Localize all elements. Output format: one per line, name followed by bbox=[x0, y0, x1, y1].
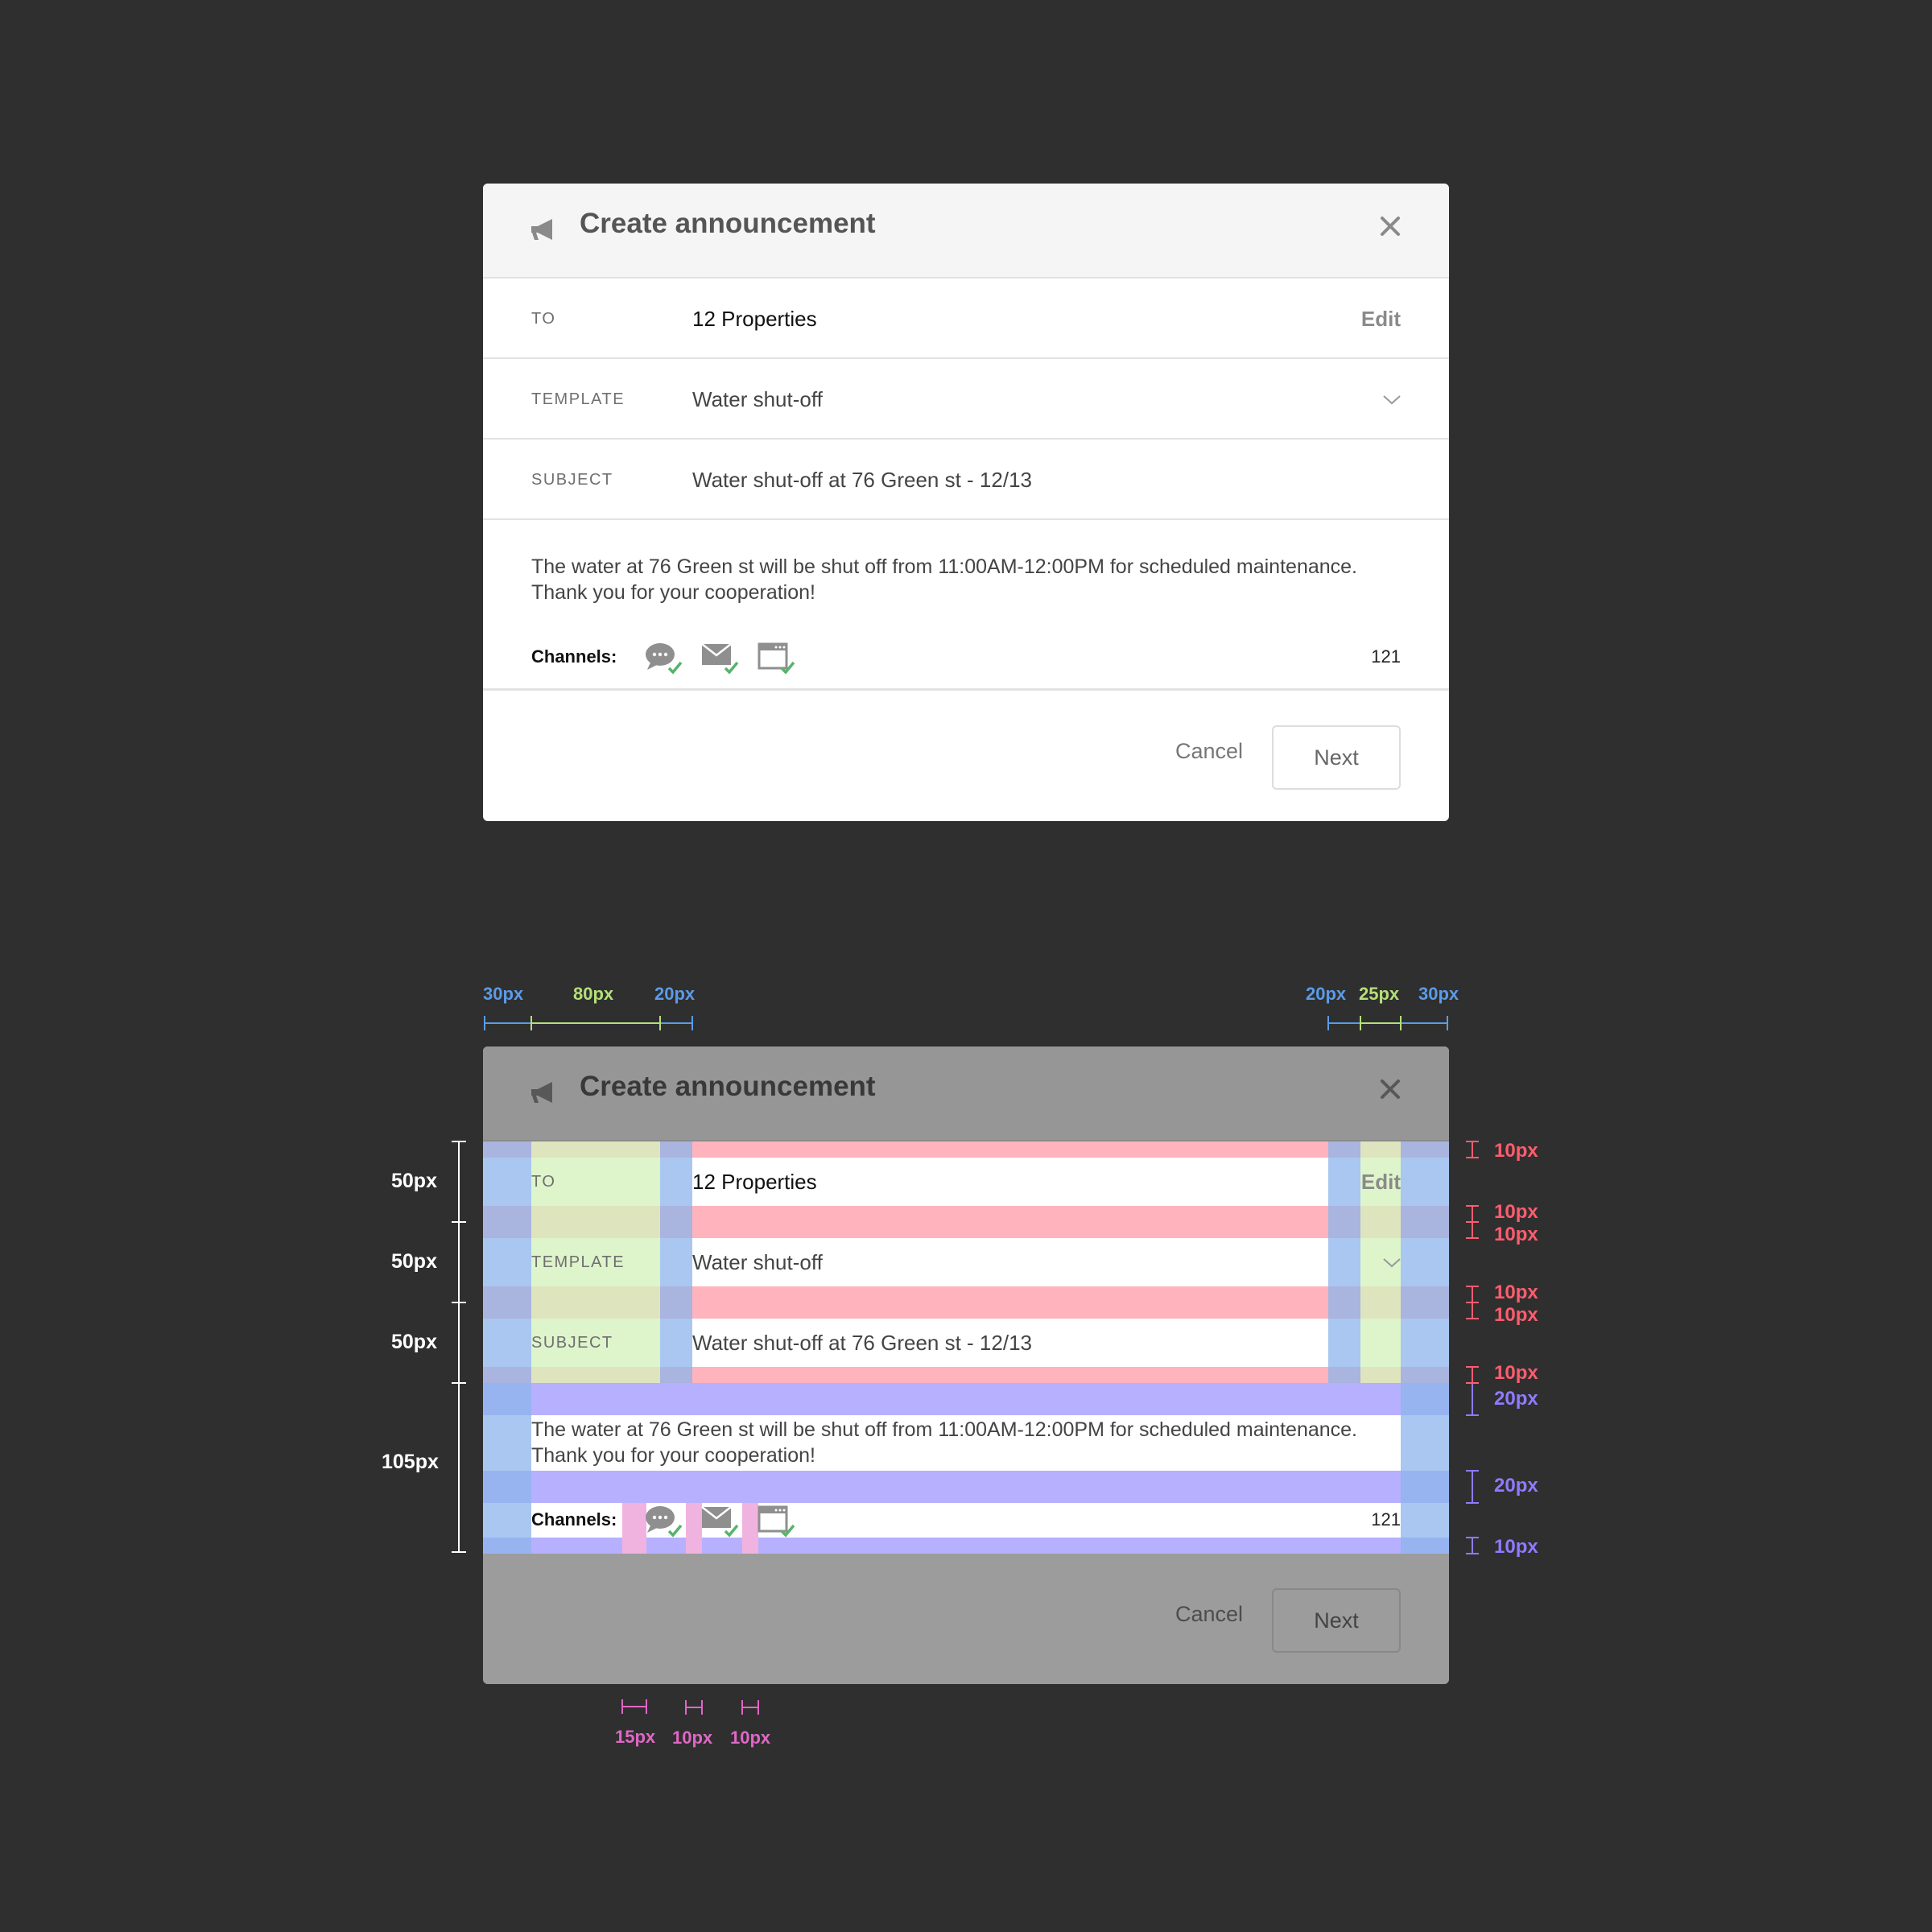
close-icon[interactable] bbox=[1378, 214, 1402, 238]
subject-input: Water shut-off at 76 Green st - 12/13 bbox=[692, 1331, 1032, 1355]
chevron-down-icon[interactable] bbox=[1382, 394, 1402, 406]
subject-label: SUBJECT bbox=[531, 471, 613, 489]
padding-band bbox=[660, 1141, 692, 1383]
message-body: The water at 76 Green st will be shut of… bbox=[531, 1417, 1409, 1468]
channels-label: Channels: bbox=[531, 1509, 617, 1530]
annotation-label: 20px bbox=[654, 984, 696, 1004]
annotation-label: 80px bbox=[573, 984, 614, 1004]
edit-recipients-link: Edit bbox=[1360, 1170, 1401, 1194]
annotation-label: 10px bbox=[1494, 1224, 1538, 1245]
annotation-label: 15px bbox=[615, 1727, 656, 1747]
annotation-label: 50px bbox=[391, 1250, 437, 1273]
message-line: The water at 76 Green st will be shut of… bbox=[531, 1418, 1358, 1441]
megaphone-icon bbox=[531, 219, 552, 240]
cancel-button[interactable]: Cancel bbox=[1175, 739, 1243, 764]
template-label: TEMPLATE bbox=[531, 1253, 625, 1271]
modal-title: Create announcement bbox=[580, 1071, 876, 1102]
template-select: Water shut-off bbox=[692, 1250, 823, 1274]
cancel-button: Cancel bbox=[1175, 1602, 1244, 1626]
annotation-label: 50px bbox=[391, 1170, 437, 1192]
message-body[interactable]: The water at 76 Green st will be shut of… bbox=[531, 554, 1409, 605]
annotation-label: 30px bbox=[1418, 984, 1459, 1004]
annotation-label: 10px bbox=[730, 1728, 771, 1748]
padding-band bbox=[622, 1503, 646, 1554]
annotation-label: 105px bbox=[382, 1451, 439, 1473]
chat-bubble-icon bbox=[646, 1506, 683, 1538]
annotation-label: 10px bbox=[1494, 1536, 1538, 1558]
chat-bubble-icon[interactable] bbox=[644, 641, 684, 676]
browser-window-icon[interactable] bbox=[757, 641, 797, 676]
padding-band bbox=[1401, 1141, 1449, 1554]
next-button: Next bbox=[1272, 1588, 1401, 1653]
browser-window-icon bbox=[758, 1505, 795, 1538]
to-row: TO 12 Properties Edit bbox=[483, 279, 1449, 359]
edit-recipients-link[interactable]: Edit bbox=[1361, 307, 1401, 332]
next-button[interactable]: Next bbox=[1272, 725, 1401, 790]
annotated-modal: Create announcement TO 12 Properties Edi… bbox=[483, 1046, 1449, 1684]
message-section: The water at 76 Green st will be shut of… bbox=[483, 520, 1449, 691]
padding-band bbox=[1328, 1141, 1360, 1383]
padding-band bbox=[742, 1503, 758, 1554]
template-select[interactable]: Water shut-off bbox=[692, 387, 823, 412]
annotation-label: 10px bbox=[1494, 1362, 1538, 1384]
annotation-label: 20px bbox=[1306, 984, 1347, 1004]
annotation-label: 10px bbox=[672, 1728, 713, 1748]
envelope-icon[interactable] bbox=[700, 641, 741, 676]
padding-band bbox=[483, 1141, 531, 1554]
annotation-label: 20px bbox=[1494, 1475, 1538, 1496]
padding-band bbox=[483, 1471, 1449, 1503]
subject-label: SUBJECT bbox=[531, 1334, 613, 1352]
annotation-label: 10px bbox=[1494, 1282, 1538, 1303]
padding-band bbox=[483, 1383, 1449, 1415]
to-label: TO bbox=[531, 1173, 556, 1191]
message-line: Thank you for your cooperation! bbox=[531, 581, 815, 604]
subject-row: SUBJECT Water shut-off at 76 Green st - … bbox=[483, 440, 1449, 520]
close-icon bbox=[1381, 1080, 1400, 1099]
modal-header: Create announcement bbox=[483, 184, 1449, 279]
annotation-label: 10px bbox=[1494, 1140, 1538, 1162]
chevron-down-icon bbox=[1383, 1258, 1401, 1268]
channels-label: Channels: bbox=[531, 646, 617, 667]
modal-header: Create announcement bbox=[483, 1046, 1449, 1141]
message-line: The water at 76 Green st will be shut of… bbox=[531, 555, 1358, 578]
to-value: 12 Properties bbox=[692, 307, 817, 331]
annotation-label: 30px bbox=[483, 984, 524, 1004]
subject-input[interactable]: Water shut-off at 76 Green st - 12/13 bbox=[692, 468, 1032, 493]
annotation-label: 50px bbox=[391, 1331, 437, 1353]
create-announcement-modal: Create announcement TO 12 Properties Edi… bbox=[483, 184, 1449, 821]
annotation-label: 10px bbox=[1494, 1201, 1538, 1223]
annotation-label: 25px bbox=[1359, 984, 1400, 1004]
character-count: 121 bbox=[1371, 646, 1401, 667]
modal-title: Create announcement bbox=[580, 208, 876, 239]
envelope-icon bbox=[701, 1506, 739, 1538]
to-value: 12 Properties bbox=[692, 1170, 817, 1194]
annotation-label: 10px bbox=[1494, 1304, 1538, 1326]
character-count: 121 bbox=[1371, 1509, 1401, 1530]
message-line: Thank you for your cooperation! bbox=[531, 1444, 815, 1467]
to-label: TO bbox=[531, 310, 556, 328]
padding-band bbox=[686, 1503, 702, 1554]
template-row[interactable]: TEMPLATE Water shut-off bbox=[483, 359, 1449, 440]
annotation-label: 20px bbox=[1494, 1388, 1538, 1410]
template-label: TEMPLATE bbox=[531, 390, 625, 408]
megaphone-icon bbox=[531, 1082, 552, 1103]
